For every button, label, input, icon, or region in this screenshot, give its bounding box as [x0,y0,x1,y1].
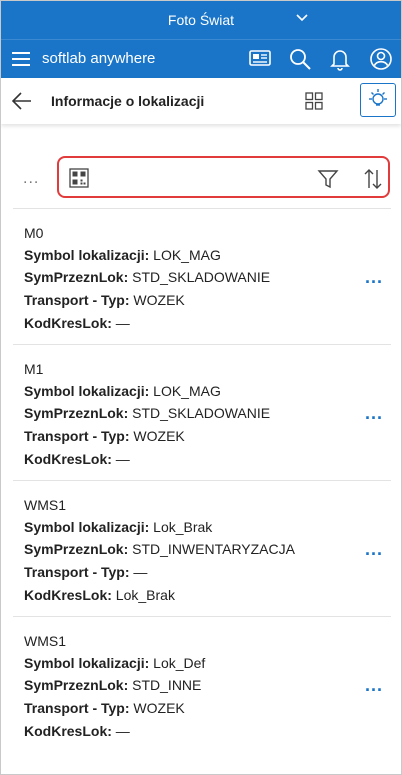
list-item[interactable]: M1 Symbol lokalizacji: LOK_MAG SymPrzezn… [13,344,391,480]
symbol-value: Lok_Def [153,655,206,671]
symbol-label: Symbol lokalizacji: [24,519,150,535]
lightbulb-button[interactable] [360,83,396,117]
sort-icon[interactable] [363,167,383,196]
symbol-label: Symbol lokalizacji: [24,383,150,399]
bell-icon[interactable] [328,47,352,76]
transport-label: Transport - Typ: [24,292,130,308]
item-more-button[interactable]: ... [365,403,383,424]
transport-label: Transport - Typ: [24,700,130,716]
symprzezn-value: STD_SKLADOWANIE [132,405,271,421]
kodkres-label: KodKresLok: [24,315,112,331]
symprzezn-label: SymPrzeznLok: [24,405,129,421]
kodkres-value: — [115,451,130,467]
chevron-down-icon [295,11,309,28]
item-more-button[interactable]: ... [365,675,383,696]
transport-value: WOZEK [133,428,185,444]
symbol-value: Lok_Brak [153,519,213,535]
location-list: M0 Symbol lokalizacji: LOK_MAG SymPrzezn… [13,208,391,752]
item-more-button[interactable]: ... [365,539,383,560]
symprzezn-value: STD_INWENTARYZACJA [132,541,295,557]
filter-icon[interactable] [317,168,339,195]
transport-value: WOZEK [133,292,185,308]
list-toolbar: ... [1,156,401,200]
kodkres-value: Lok_Brak [115,587,175,603]
transport-value: WOZEK [133,700,185,716]
symprzezn-value: STD_SKLADOWANIE [132,269,271,285]
app-bar: softlab anywhere [1,39,401,78]
grid-view-icon[interactable] [305,92,323,115]
kodkres-label: KodKresLok: [24,451,112,467]
symbol-value: LOK_MAG [153,383,221,399]
symprzezn-value: STD_INNE [132,677,202,693]
kodkres-label: KodKresLok: [24,723,112,739]
kodkres-value: — [115,723,130,739]
qr-code-icon[interactable] [69,168,89,193]
transport-label: Transport - Typ: [24,428,130,444]
symbol-label: Symbol lokalizacji: [24,247,150,263]
item-more-button[interactable]: ... [365,267,383,288]
more-options-button[interactable]: ... [23,170,39,188]
symbol-value: LOK_MAG [153,247,221,263]
kodkres-value: — [115,315,130,331]
symprzezn-label: SymPrzeznLok: [24,677,129,693]
page-header: Informacje o lokalizacji [1,78,401,124]
location-name: M0 [24,225,44,241]
lightbulb-icon [366,86,390,115]
company-name: Foto Świat [167,12,235,28]
list-item[interactable]: M0 Symbol lokalizacji: LOK_MAG SymPrzezn… [13,208,391,344]
news-icon[interactable] [248,47,272,74]
back-arrow-icon[interactable] [11,92,32,115]
company-selector[interactable]: Foto Świat [1,1,401,39]
list-item[interactable]: WMS1 Symbol lokalizacji: Lok_Brak SymPrz… [13,480,391,616]
list-item[interactable]: WMS1 Symbol lokalizacji: Lok_Def SymPrze… [13,616,391,752]
location-name: WMS1 [24,633,66,649]
page-title: Informacje o lokalizacji [51,93,205,109]
symprzezn-label: SymPrzeznLok: [24,541,129,557]
search-filter-box [57,156,390,198]
location-name: M1 [24,361,44,377]
kodkres-label: KodKresLok: [24,587,112,603]
symbol-label: Symbol lokalizacji: [24,655,150,671]
app-frame: Foto Świat softlab anywhere Informacje o… [0,0,402,775]
hamburger-menu-icon[interactable] [12,51,30,72]
transport-label: Transport - Typ: [24,564,130,580]
transport-value: — [133,564,148,580]
app-brand: softlab anywhere [42,50,156,67]
symprzezn-label: SymPrzeznLok: [24,269,129,285]
search-icon[interactable] [288,47,312,76]
location-name: WMS1 [24,497,66,513]
user-account-icon[interactable] [369,47,393,76]
